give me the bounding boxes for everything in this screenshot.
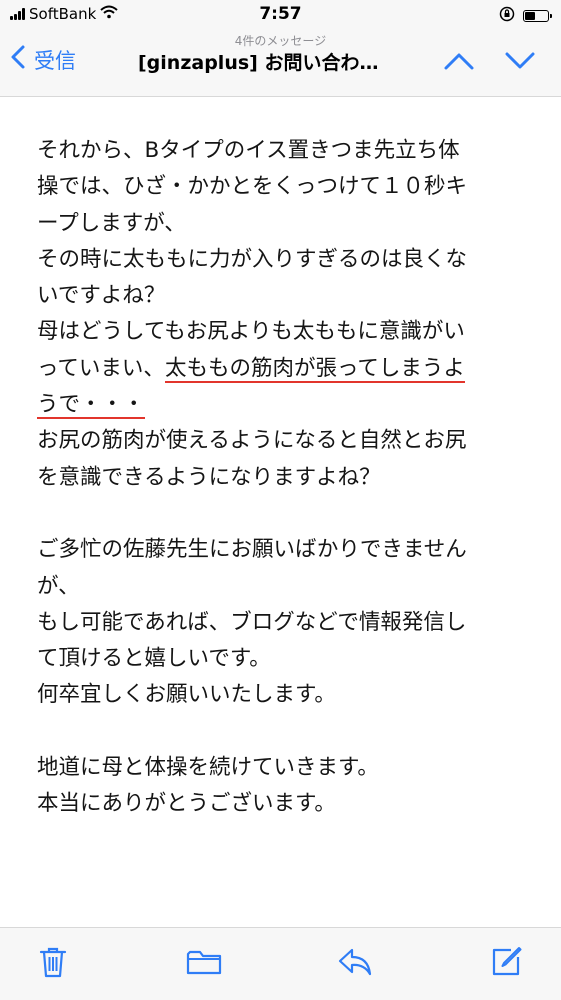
battery-icon [523, 10, 552, 22]
message-line: を意識できるようになりますよね？ [37, 464, 381, 490]
back-button[interactable]: 受信 [10, 44, 76, 75]
message-count: 4件のメッセージ [234, 34, 327, 48]
folder-icon [186, 947, 222, 981]
delete-button[interactable] [35, 946, 71, 982]
underlined-text: うで・・・ [37, 392, 145, 420]
message-line: うで・・・ [37, 387, 537, 423]
move-to-folder-button[interactable] [186, 946, 222, 982]
reply-icon [337, 946, 373, 982]
previous-message-button[interactable] [442, 48, 476, 78]
message-text: っていまい、 [37, 355, 165, 381]
message-line: その時に太ももに力が入りすぎるのは良くな [37, 246, 468, 272]
message-line: ご多忙の佐藤先生にお願いばかりできません [37, 537, 467, 563]
message-line: 本当にありがとうございます。 [37, 791, 336, 817]
compose-button[interactable] [488, 946, 524, 982]
status-bar: SoftBank 7:57 [0, 0, 561, 30]
chevron-down-icon [503, 52, 537, 78]
message-line: それから、Bタイプのイス置きつま先立ち体 [37, 138, 460, 163]
message-line: 母はどうしてもお尻よりも太ももに意識がい [37, 319, 465, 345]
trash-icon [38, 945, 68, 983]
message-line: お尻の筋肉が使えるようになると自然とお尻 [37, 428, 467, 454]
back-label: 受信 [34, 48, 76, 73]
chevron-left-icon [10, 44, 26, 75]
orientation-lock-icon [499, 6, 515, 26]
status-time: 7:57 [259, 4, 302, 24]
message-line: いですよね？ [37, 283, 166, 309]
bottom-toolbar [0, 927, 561, 1000]
page-title: [ginzaplus] お問い合わ… [138, 52, 379, 74]
message-line: 何卒宜しくお願いいたします。 [37, 682, 336, 708]
message-body: それから、Bタイプのイス置きつま先立ち体 操では、ひざ・かかとをくっつけて１０秒… [37, 133, 537, 823]
compose-icon [489, 945, 523, 983]
nav-bar: 4件のメッセージ 受信 [ginzaplus] お問い合わ… [0, 30, 561, 97]
message-line: が、 [37, 573, 80, 599]
status-right [499, 6, 552, 26]
reply-button[interactable] [337, 946, 373, 982]
chevron-up-icon [442, 53, 476, 78]
underlined-text: 太ももの筋肉が張ってしまうよ [164, 355, 465, 383]
next-message-button[interactable] [503, 48, 537, 78]
message-line: ープしますが、 [37, 210, 186, 236]
message-line: 操では、ひざ・かかとをくっつけて１０秒キ [37, 174, 468, 200]
message-line: て頂けると嬉しいです。 [37, 646, 271, 672]
message-line: もし可能であれば、ブログなどで情報発信し [37, 609, 467, 635]
message-line: っていまい、太ももの筋肉が張ってしまうよ [37, 351, 537, 387]
message-line: 地道に母と体操を続けていきます。 [37, 755, 379, 781]
